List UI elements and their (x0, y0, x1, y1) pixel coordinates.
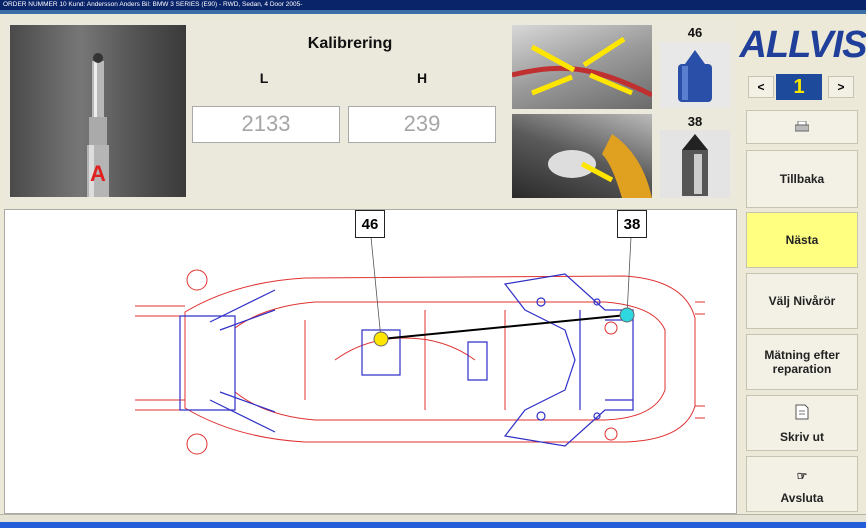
probe-letter: A (90, 161, 106, 186)
page-number: 1 (776, 74, 822, 100)
part-38-photo (660, 130, 730, 198)
chassis-diagram-panel: 46 38 (4, 209, 737, 514)
callout-38: 38 (617, 210, 647, 238)
taskbar (0, 522, 866, 528)
action-sidebar: ALLVIS < 1 > Tillbaka Nästa Välj Nivårör… (739, 14, 866, 518)
measure-point-46[interactable] (373, 331, 389, 347)
measurement-line (380, 314, 628, 340)
l-value-field[interactable]: 2133 (192, 106, 340, 143)
measure-point-38[interactable] (619, 307, 635, 323)
choose-tubes-button[interactable]: Välj Nivårör (746, 273, 858, 329)
window-title-bar: ORDER NUMMER 10 Kund: Andersson Anders B… (0, 0, 866, 10)
pointing-hand-icon: ☞ (796, 469, 808, 483)
exit-button-label: Avsluta (780, 491, 824, 505)
exit-button[interactable]: ☞ Avsluta (746, 456, 858, 512)
back-button[interactable]: Tillbaka (746, 150, 858, 208)
callout-46: 46 (355, 210, 385, 238)
allvis-logo: ALLVIS (739, 23, 866, 66)
document-icon (795, 404, 809, 420)
prev-page-button[interactable]: < (748, 76, 774, 98)
next-button[interactable]: Nästa (746, 212, 858, 268)
part-46-number: 46 (687, 25, 703, 40)
top-accent-bar (0, 10, 866, 14)
measure-after-repair-button[interactable]: Mätning efter reparation (746, 334, 858, 390)
h-label: H (416, 70, 428, 86)
print-button-label: Skriv ut (779, 430, 824, 444)
printer-icon (795, 121, 809, 132)
part-38-image (682, 134, 708, 196)
reference-photo-1-image (512, 36, 652, 98)
probe-photo: A (10, 25, 186, 197)
part-38-number: 38 (687, 114, 703, 129)
part-46-photo (660, 42, 730, 108)
print-button[interactable]: Skriv ut (746, 395, 858, 451)
reference-photo-2-image (548, 134, 652, 198)
body-outline-red (135, 269, 705, 455)
window-title-text: ORDER NUMMER 10 Kund: Andersson Anders B… (3, 1, 303, 8)
next-page-button[interactable]: > (828, 76, 854, 98)
printer-button[interactable] (746, 110, 858, 144)
calibration-title: Kalibrering (307, 35, 393, 52)
part-46-image (678, 50, 712, 102)
h-value-field[interactable]: 239 (348, 106, 496, 143)
calibration-panel: A Kalibrering L H 2133 239 46 38 (4, 18, 737, 206)
l-label: L (259, 70, 269, 86)
reference-photo-1 (512, 25, 652, 109)
chassis-diagram (135, 236, 705, 455)
reference-photo-2 (512, 114, 652, 198)
callout-leader-left (370, 236, 382, 340)
